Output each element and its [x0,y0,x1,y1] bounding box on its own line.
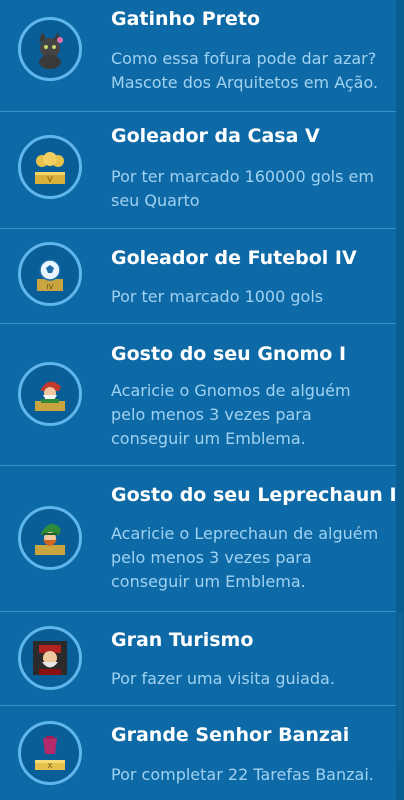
svg-text:X: X [48,762,53,770]
badge-icon-frame: X [18,721,82,785]
list-item[interactable]: Gatinho Preto Como essa fofura pode dar … [0,0,396,112]
badge-description: Por ter marcado 1000 gols [111,287,324,306]
badge-description: Por fazer uma visita guiada. [111,669,335,688]
tour-guide-icon [33,641,67,675]
badge-description: Como essa fofura pode dar azar? Mascote … [111,49,379,92]
badge-icon-frame [18,17,82,81]
soccer-ball-trophy-icon: IV [37,259,63,291]
gold-trophy-icon: V [35,152,65,184]
badge-description: Acaricie o Leprechaun de alguém pelo men… [111,524,379,591]
list-item[interactable]: X Grande Senhor Banzai Por completar 22 … [0,706,396,800]
scrollbar[interactable] [396,0,404,800]
badge-icon-frame [18,626,82,690]
list-item[interactable]: V Goleador da Casa V Por ter marcado 160… [0,112,396,229]
badge-title: Gatinho Preto [111,8,261,30]
badge-description: Por completar 22 Tarefas Banzai. [111,765,374,784]
badge-icon-frame: IV [18,242,82,306]
list-item[interactable]: IV Goleador de Futebol IV Por ter marcad… [0,229,396,324]
list-item[interactable]: Gran Turismo Por fazer uma visita guiada… [0,612,396,706]
leprechaun-icon [35,523,65,555]
svg-text:IV: IV [47,283,54,291]
badge-title: Gosto do seu Leprechaun I [111,484,397,506]
list-item[interactable]: Gosto do seu Gnomo I Acaricie o Gnomos d… [0,324,396,466]
scrollbar-thumb[interactable] [397,612,403,762]
badge-list: Gatinho Preto Como essa fofura pode dar … [0,0,397,800]
svg-text:V: V [47,175,53,184]
badge-description: Acaricie o Gnomos de alguém pelo menos 3… [111,381,351,448]
badge-title: Grande Senhor Banzai [111,724,350,746]
badge-title: Goleador da Casa V [111,125,320,147]
list-item[interactable]: Gosto do seu Leprechaun I Acaricie o Lep… [0,466,397,612]
badge-title: Gran Turismo [111,629,254,651]
gnome-icon [35,381,65,411]
badge-description: Por ter marcado 160000 gols em seu Quart… [111,167,374,210]
badge-icon-frame: V [18,135,82,199]
banzai-trophy-icon: X [35,736,65,770]
badge-title: Gosto do seu Gnomo I [111,343,347,365]
badge-icon-frame [18,506,82,570]
black-cat-icon [39,32,63,69]
badge-title: Goleador de Futebol IV [111,247,357,269]
badge-icon-frame [18,362,82,426]
